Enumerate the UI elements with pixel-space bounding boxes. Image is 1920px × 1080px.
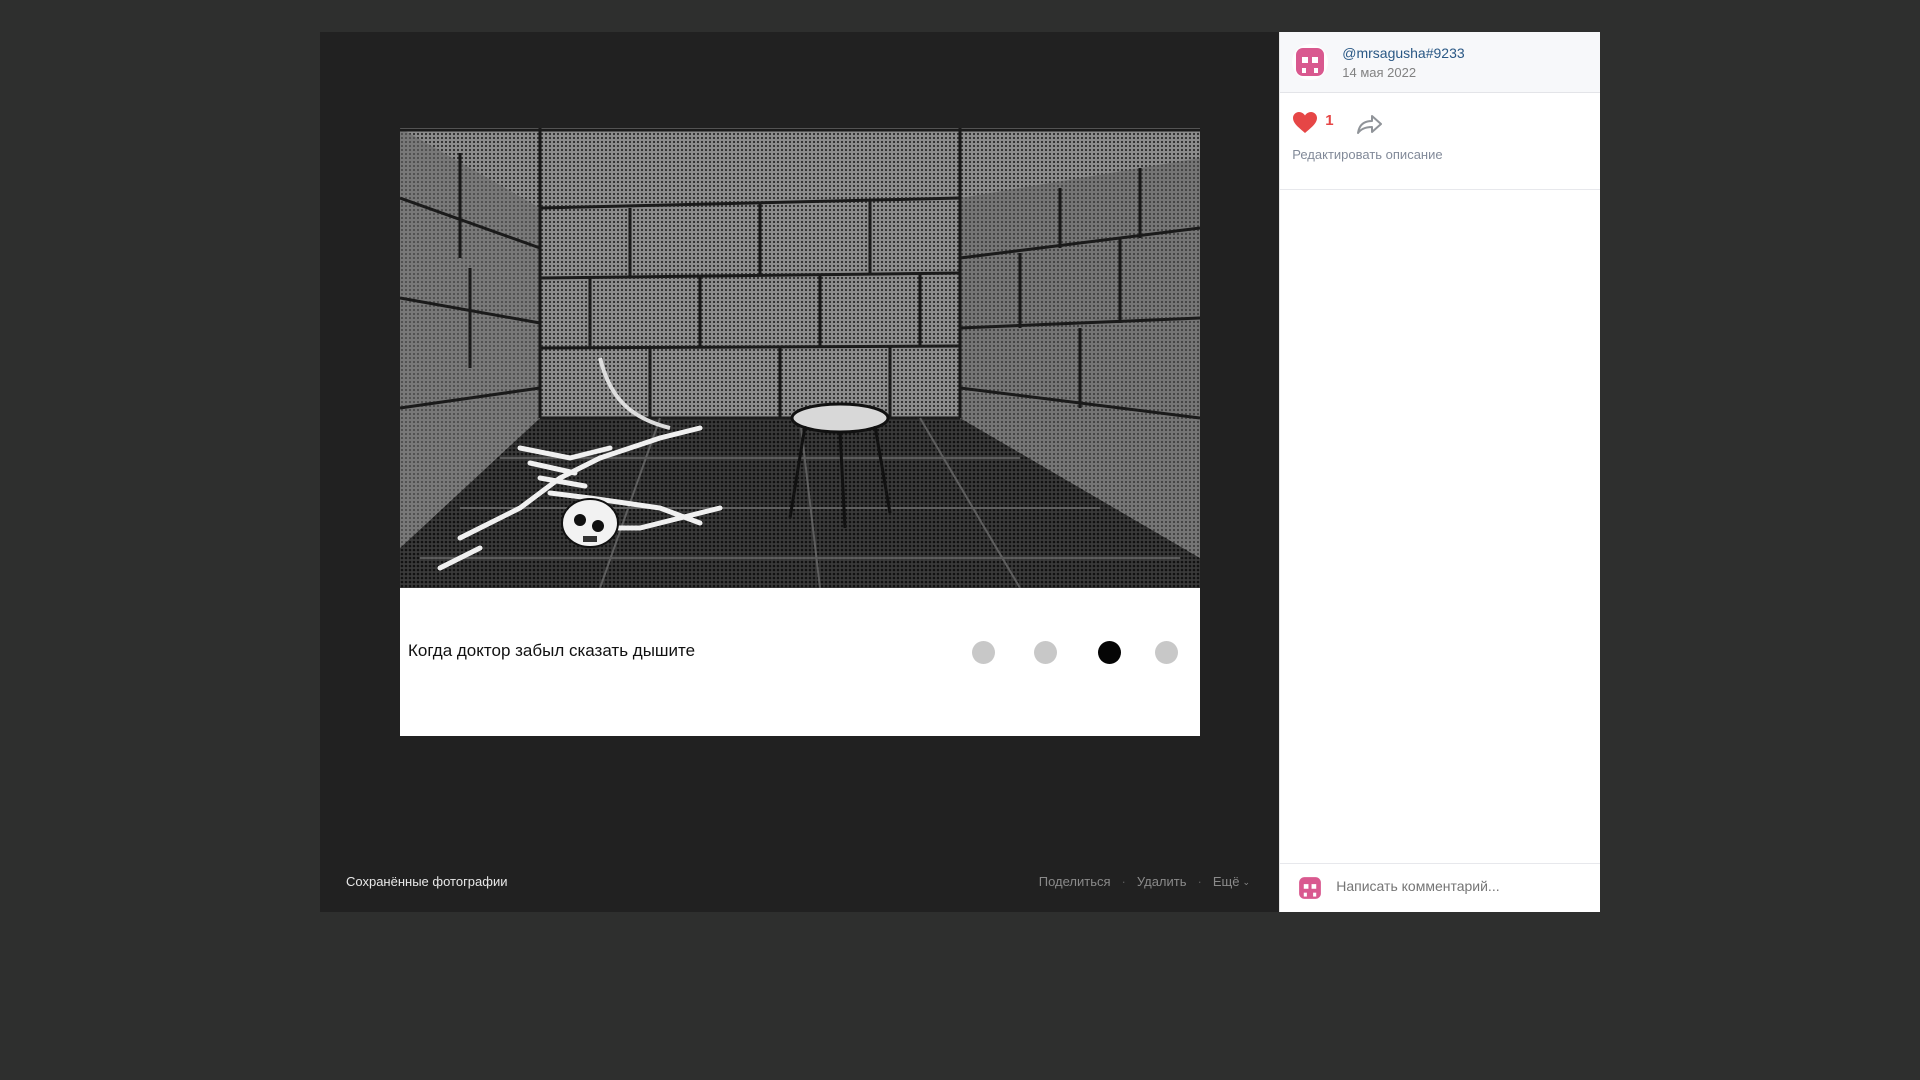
share-link[interactable]: Поделиться [1039,874,1111,889]
chevron-down-icon: ⌄ [1242,877,1250,887]
share-arrow-icon[interactable] [1356,113,1384,140]
my-avatar [1296,874,1325,902]
dungeon-skeleton-image [400,128,1200,588]
likes-row: 1 [1280,93,1600,151]
photo-viewer: Когда доктор забыл сказать дышите Сохран… [320,32,1601,912]
pink-pixel-skull-icon [1296,48,1325,76]
photo-actions: Поделиться · Удалить · Ещё ⌄ [1039,874,1250,889]
post-header: @mrsagusha#9233 14 мая 2022 [1280,32,1600,93]
heart-icon[interactable] [1292,111,1318,140]
divider [1280,189,1601,190]
carousel-dot-4 [1155,641,1178,664]
meme-card: Когда доктор забыл сказать дышите [400,128,1200,736]
pink-pixel-skull-icon [1299,877,1322,899]
meme-caption: Когда доктор забыл сказать дышите [408,641,696,660]
skull [561,498,619,548]
album-link[interactable]: Сохранённые фотографии [346,874,507,889]
author-username[interactable]: @mrsagusha#9233 [1342,45,1464,61]
avatar[interactable] [1292,44,1329,80]
carousel-dot-1 [972,641,995,664]
more-label: Ещё [1212,874,1240,889]
like-count: 1 [1325,112,1334,129]
post-date: 14 мая 2022 [1342,65,1417,80]
comment-bar [1280,863,1601,912]
comment-input[interactable] [1336,878,1587,894]
photo-area[interactable]: Когда доктор забыл сказать дышите Сохран… [320,32,1280,912]
more-menu[interactable]: Ещё ⌄ [1213,874,1250,889]
post-sidebar: @mrsagusha#9233 14 мая 2022 1 Редактиров… [1279,32,1601,912]
delete-link[interactable]: Удалить [1137,874,1187,889]
separator: · [1121,874,1126,889]
carousel-dot-3-active [1098,641,1121,664]
caption-row: Когда доктор забыл сказать дышите [400,588,1200,736]
photo-footer: Сохранённые фотографии Поделиться · Удал… [320,874,1280,898]
separator: · [1197,874,1202,889]
edit-description-link[interactable]: Редактировать описание [1292,147,1442,162]
carousel-dot-2 [1034,641,1057,664]
